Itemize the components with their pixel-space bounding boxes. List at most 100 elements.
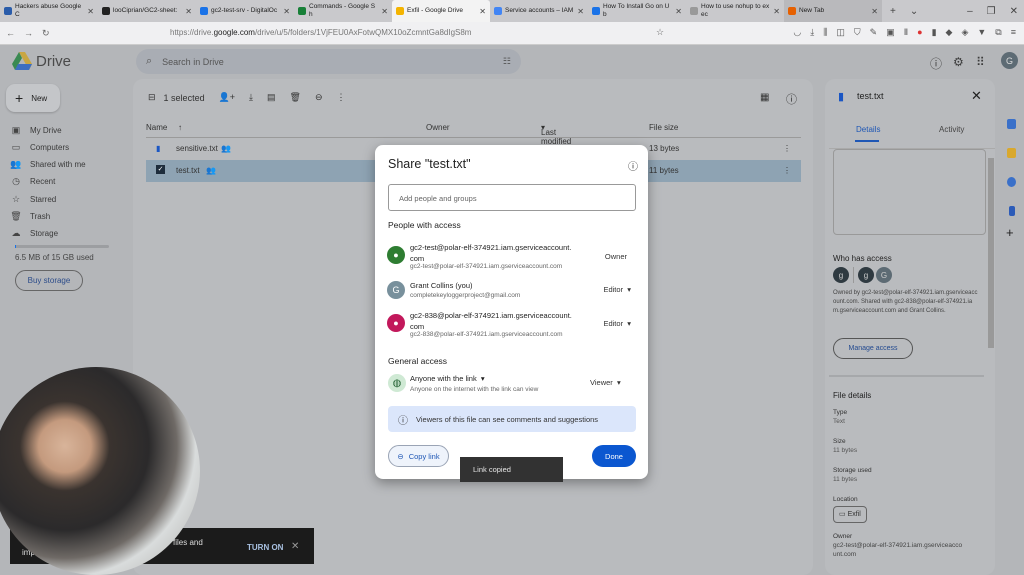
extension-icon[interactable]: ✎ [870,27,878,38]
name-column-header[interactable]: Name [146,123,167,132]
sidebar-item-trash[interactable]: 🗑 Trash [10,210,50,224]
sidebar-item-my-drive[interactable]: ▣ My Drive [10,123,62,137]
last-modified-column-header[interactable]: Last modified ▾ [541,123,571,146]
tab-details[interactable]: Details [856,125,880,134]
forward-icon[interactable]: → [24,28,33,38]
extension-icon[interactable]: ◈ [961,27,968,38]
more-options-icon[interactable]: ⋮ [783,144,791,153]
close-tab-icon[interactable]: ✕ [381,7,388,16]
contacts-icon[interactable] [1009,206,1015,216]
sidebar-item-recent[interactable]: ◷ Recent [10,175,55,189]
share-icon[interactable]: 👤+ [219,92,235,103]
sort-arrow-icon[interactable]: ↑ [178,123,182,132]
restore-icon[interactable]: ❐ [987,6,996,17]
sidebar-item-starred[interactable]: ☆ Starred [10,192,56,206]
close-tab-icon[interactable]: ✕ [185,7,192,16]
help-icon[interactable]: ⓘ [628,158,638,173]
deselect-icon[interactable]: ⊟ [148,92,156,103]
browser-tab[interactable]: gc2-test-srv - DigitalOc ✕ [196,0,294,22]
browser-tab[interactable]: Service accounts – IAM ✕ [490,0,588,22]
done-button[interactable]: Done [592,445,636,467]
tasks-icon[interactable] [1007,177,1016,187]
copy-link-button[interactable]: ⊖ Copy link [388,445,449,467]
search-icon[interactable]: ⌕ [146,55,152,68]
bookmark-star-icon[interactable]: ☆ [656,27,664,38]
browser-tab[interactable]: Hackers abuse Google C ✕ [0,0,98,22]
shield-icon[interactable]: ⛉ [854,27,861,38]
browser-tab[interactable]: New Tab ✕ [784,0,882,22]
location-chip[interactable]: ▭ Exfil [833,506,867,523]
sidebar-icon[interactable]: ◫ [836,27,845,38]
apps-grid-icon[interactable]: ⠿ [976,55,985,69]
owner-column-header[interactable]: Owner [426,123,450,132]
trash-icon[interactable]: 🗑 [290,92,301,103]
extension-icon[interactable]: ▮ [932,27,937,38]
role-dropdown[interactable]: Editor ▾ [603,285,631,294]
extension-icon[interactable]: ● [917,27,922,38]
pocket-icon[interactable]: ◡ [793,27,801,38]
browser-tab[interactable]: looCiprian/GC2-sheet: ✕ [98,0,196,22]
new-tab-icon[interactable]: + [890,6,896,17]
tab-list-icon[interactable]: ⌄ [910,6,918,17]
sidebar-item-computers[interactable]: ▭ Computers [10,140,69,154]
close-tab-icon[interactable]: ✕ [871,7,878,16]
calendar-icon[interactable] [1007,119,1016,129]
settings-gear-icon[interactable]: ⚙ [953,55,964,69]
browser-tab[interactable]: How to use nohup to exec ✕ [686,0,784,22]
search-options-icon[interactable]: ☷ [503,56,511,67]
browser-tab[interactable]: How To Install Go on Ub ✕ [588,0,686,22]
buy-storage-button[interactable]: Buy storage [15,270,83,291]
browser-tab[interactable]: Commands - Google Sh ✕ [294,0,392,22]
close-tab-icon[interactable]: ✕ [577,7,584,16]
file-size-column-header[interactable]: File size [649,123,678,132]
general-role-dropdown[interactable]: Viewer ▾ [590,378,621,387]
window-close-icon[interactable]: ✕ [1010,6,1018,17]
manage-access-button[interactable]: Manage access [833,338,913,359]
close-tab-icon[interactable]: ✕ [773,7,780,16]
more-options-icon[interactable]: ⋮ [783,166,791,175]
close-tab-icon[interactable]: ✕ [87,7,94,16]
close-tab-icon[interactable]: ✕ [479,7,486,16]
more-options-icon[interactable]: ⋮ [337,92,346,103]
copy-link-icon[interactable]: ⊖ [315,92,323,103]
reload-icon[interactable]: ↻ [42,28,50,39]
extension-icon[interactable]: ▼ [977,27,986,38]
search-bar[interactable]: ⌕ Search in Drive ☷ [136,49,521,74]
browser-tab[interactable]: Exfil - Google Drive ✕ [392,0,490,22]
download-icon[interactable]: ⤓ [810,27,814,38]
grid-view-icon[interactable]: ▦ [760,92,769,103]
role-dropdown[interactable]: Editor ▾ [603,319,631,328]
extension-icon[interactable]: Ⅱ [904,27,908,38]
menu-icon[interactable]: ≡ [1011,27,1016,38]
close-icon[interactable]: ✕ [971,88,982,104]
search-input[interactable]: Search in Drive [162,57,493,67]
general-access-dropdown[interactable]: Anyone with the link ▾ [410,374,485,383]
url-field[interactable]: https://drive.google.com/drive/u/5/folde… [170,28,471,37]
extensions-icon[interactable]: ⧉ [995,27,1001,38]
extension-icon[interactable]: ▣ [886,27,895,38]
help-icon[interactable]: ⓘ [930,55,942,72]
close-tab-icon[interactable]: ✕ [283,7,290,16]
turn-on-button[interactable]: TURN ON [247,543,283,552]
checkbox-checked[interactable]: ✓ [156,165,165,174]
sidebar-item-shared-with-me[interactable]: 👥 Shared with me [10,158,85,172]
account-avatar[interactable]: G [1001,52,1018,69]
favicon-icon [396,7,404,15]
minimize-icon[interactable]: – [967,6,973,17]
tab-activity[interactable]: Activity [939,125,964,134]
close-icon[interactable]: ✕ [291,541,299,552]
extension-icon[interactable]: ◆ [946,27,953,38]
library-icon[interactable]: ⫼ [823,27,827,38]
add-apps-icon[interactable]: + [1006,225,1014,240]
scrollbar[interactable] [988,158,994,348]
move-icon[interactable]: ▤ [267,92,276,103]
back-icon[interactable]: ← [6,28,15,38]
new-button[interactable]: + New [6,84,60,112]
favicon-icon [788,7,796,15]
close-tab-icon[interactable]: ✕ [675,7,682,16]
keep-icon[interactable] [1007,148,1016,158]
info-icon[interactable]: ⓘ [786,91,797,107]
sidebar-item-storage[interactable]: ☁ Storage [10,227,59,241]
download-icon[interactable]: ⤓ [249,92,253,103]
add-people-input[interactable]: Add people and groups [388,184,636,211]
